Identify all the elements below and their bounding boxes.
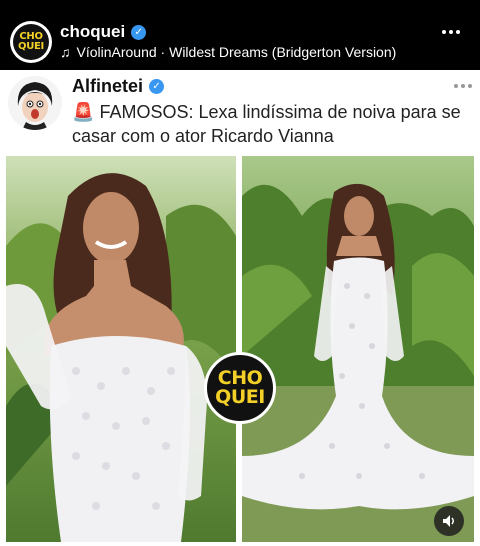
music-note-icon: ♫ bbox=[60, 44, 71, 60]
account-avatar[interactable]: CHO QUEI bbox=[10, 21, 52, 63]
more-options-icon[interactable] bbox=[442, 30, 460, 34]
author-name[interactable]: Alfinetei bbox=[72, 76, 143, 97]
author-avatar[interactable] bbox=[8, 76, 62, 130]
siren-icon: 🚨 bbox=[72, 102, 95, 122]
logo-text-line2: QUEI bbox=[18, 41, 44, 52]
author-row: Alfinetei ✓ bbox=[72, 76, 165, 97]
account-row: choquei ✓ bbox=[60, 22, 147, 42]
music-info[interactable]: ♫ VíolinAround · Wildest Dreams (Bridger… bbox=[60, 44, 396, 60]
bride-photo-left[interactable] bbox=[6, 156, 236, 542]
verified-badge-icon: ✓ bbox=[149, 79, 165, 94]
music-title: VíolinAround · Wildest Dreams (Bridgerto… bbox=[76, 44, 397, 60]
post-text: 🚨 FAMOSOS: Lexa lindíssima de noiva para… bbox=[72, 100, 472, 148]
post-text-content: FAMOSOS: Lexa lindíssima de noiva para s… bbox=[72, 102, 461, 146]
post-card: Alfinetei ✓ 🚨 FAMOSOS: Lexa lindíssima d… bbox=[0, 70, 480, 546]
reel-header: CHO QUEI choquei ✓ ♫ VíolinAround · Wild… bbox=[0, 0, 480, 70]
badge-text-line2: QUEI bbox=[215, 386, 265, 408]
bride-photo-right[interactable] bbox=[242, 156, 474, 542]
post-more-icon[interactable] bbox=[454, 84, 472, 88]
account-name[interactable]: choquei bbox=[60, 22, 125, 42]
choquei-badge-logo: CHO QUEI bbox=[204, 352, 276, 424]
verified-badge-icon: ✓ bbox=[131, 24, 147, 40]
choquei-logo: CHO QUEI bbox=[13, 24, 49, 60]
speaker-icon[interactable] bbox=[434, 506, 464, 536]
